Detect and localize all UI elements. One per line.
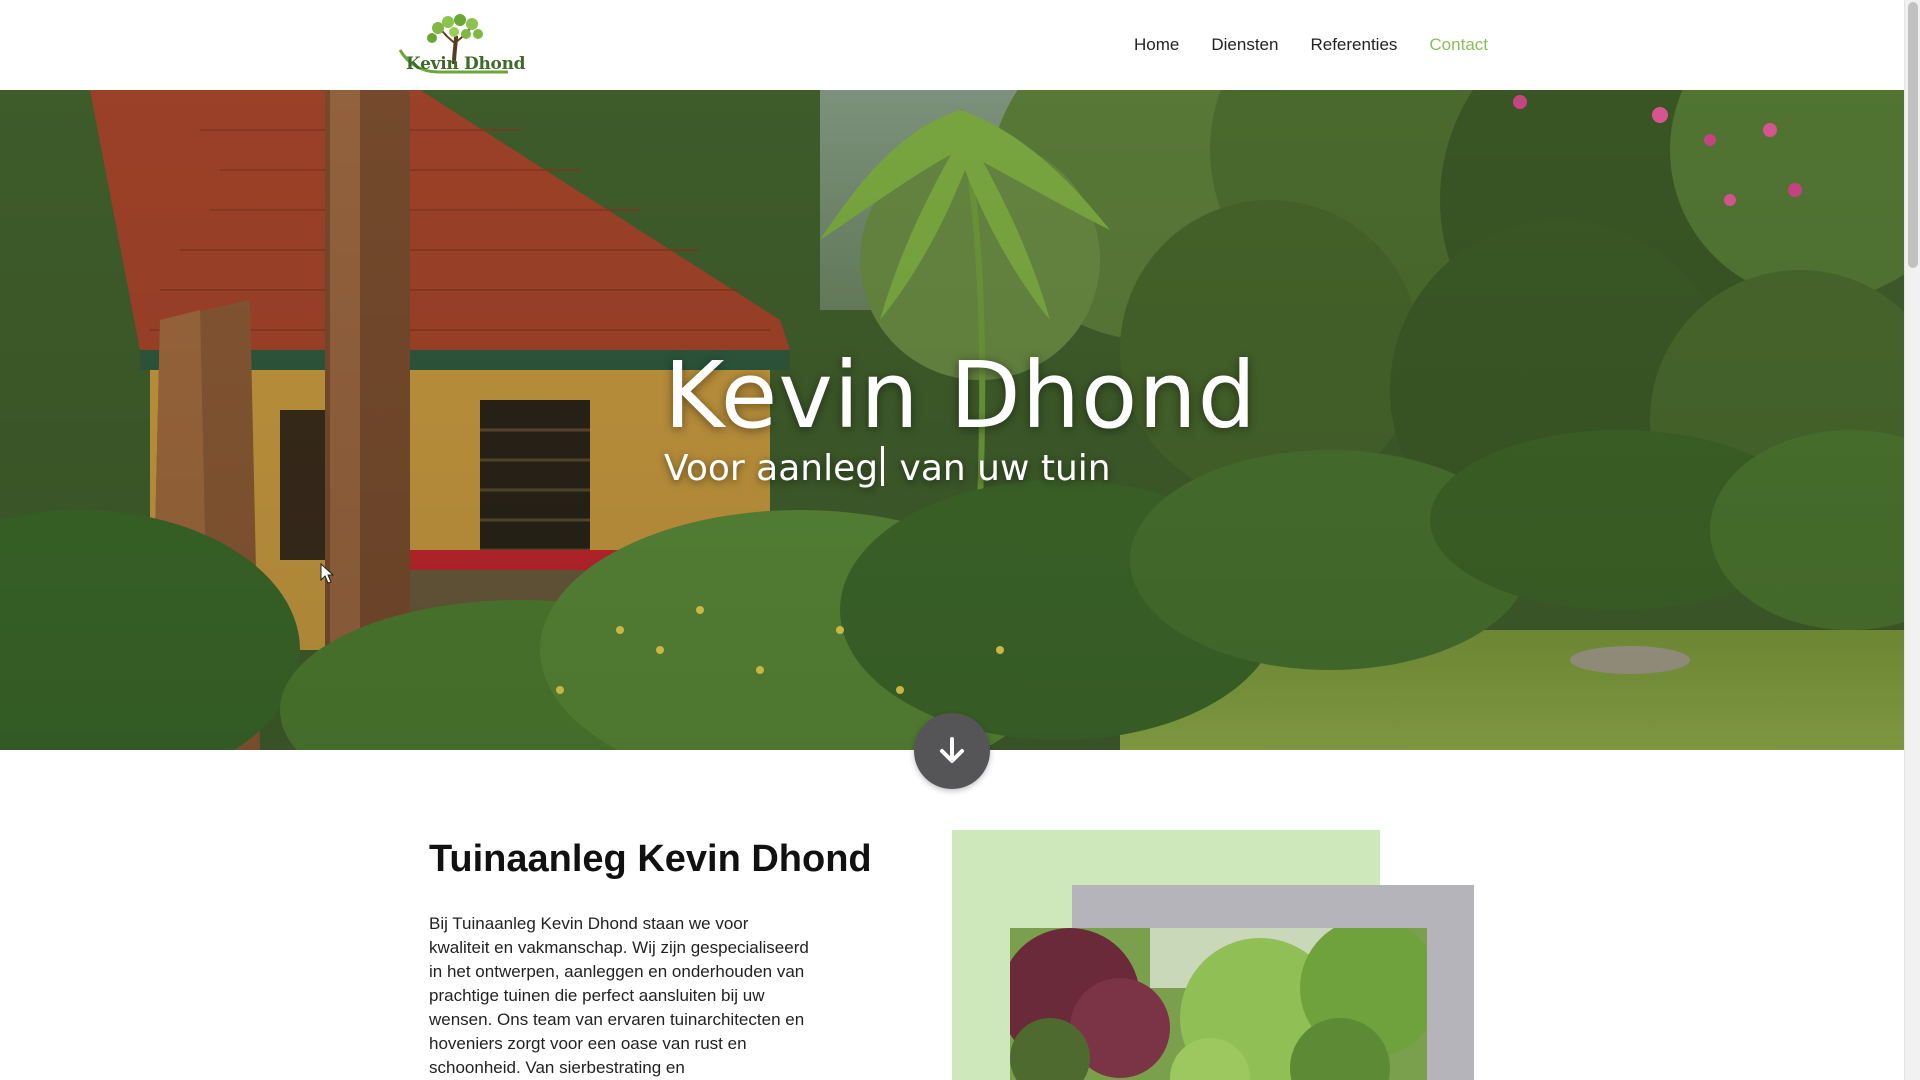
logo[interactable]: Kevin Dhond (398, 14, 526, 78)
about-body: Bij Tuinaanleg Kevin Dhond staan we voor… (429, 914, 809, 1077)
about-garden-photo (1010, 928, 1427, 1080)
garden-photo-image (1010, 928, 1427, 1080)
main-nav: Home Diensten Referenties Contact (1134, 0, 1488, 90)
hero-title: Kevin Dhond (664, 342, 1258, 449)
arrow-down-icon (940, 737, 964, 763)
page: Kevin Dhond Home Diensten Referenties Co… (0, 0, 1920, 1080)
page-scrollbar[interactable] (1904, 0, 1920, 1080)
hero-section: Kevin Dhond Voor aanleg van uw tuin (0, 90, 1904, 750)
typing-caret (881, 446, 885, 486)
hero-subtitle-rest: van uw tuin (888, 448, 1111, 489)
scrollbar-thumb[interactable] (1908, 2, 1918, 268)
nav-item-contact[interactable]: Contact (1429, 35, 1488, 55)
site-header: Kevin Dhond Home Diensten Referenties Co… (0, 0, 1904, 90)
hero-subtitle-typed: Voor aanleg (664, 448, 879, 489)
nav-item-diensten[interactable]: Diensten (1211, 35, 1278, 55)
nav-item-referenties[interactable]: Referenties (1310, 35, 1397, 55)
nav-item-home[interactable]: Home (1134, 35, 1179, 55)
about-title: Tuinaanleg Kevin Dhond (429, 838, 872, 880)
scroll-down-button[interactable] (914, 713, 990, 789)
mouse-cursor-icon (320, 563, 334, 584)
logo-text: Kevin Dhond (406, 54, 526, 74)
hero-subtitle: Voor aanleg van uw tuin (664, 446, 1111, 487)
